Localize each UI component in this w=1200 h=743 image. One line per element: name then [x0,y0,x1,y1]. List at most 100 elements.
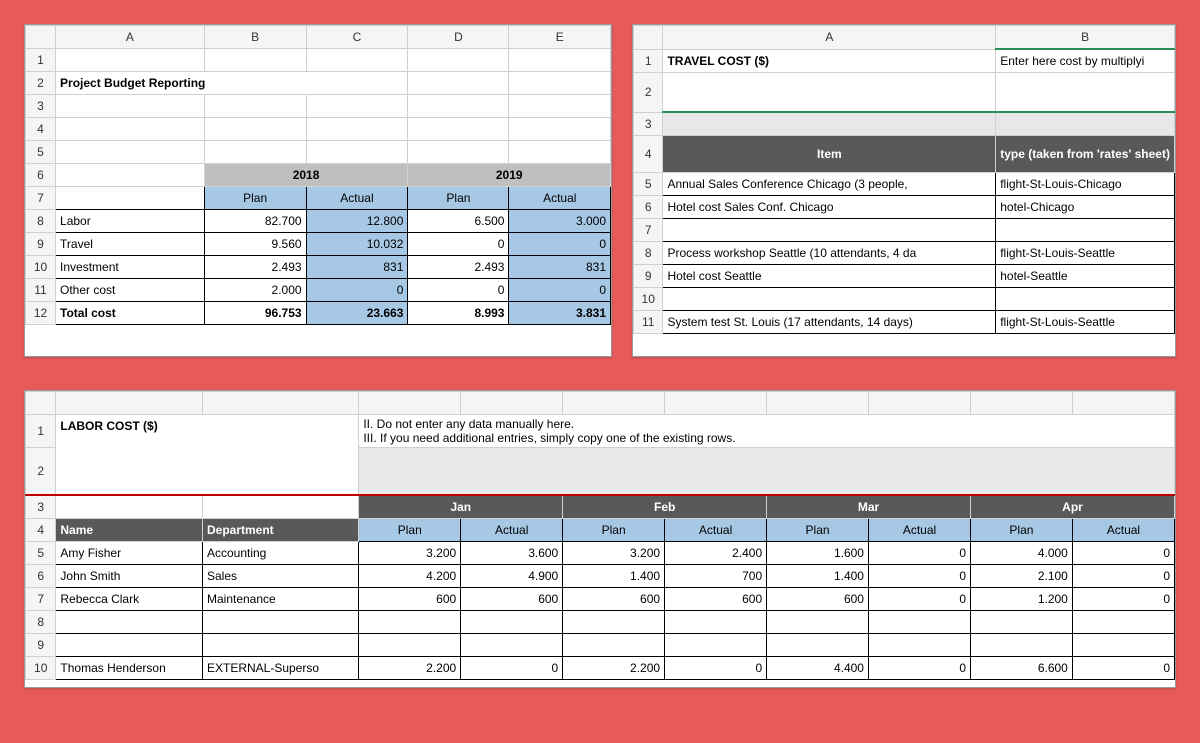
cell[interactable]: 3.200 [563,542,665,565]
col-header[interactable] [767,392,869,415]
row-header[interactable]: 4 [26,519,56,542]
cell[interactable]: 0 [461,657,563,680]
cell[interactable]: 23.663 [306,302,408,325]
cell[interactable]: 10.032 [306,233,408,256]
cell[interactable]: 0 [306,279,408,302]
cell[interactable]: Amy Fisher [56,542,203,565]
cell[interactable]: 0 [868,657,970,680]
row-header[interactable]: 3 [26,95,56,118]
col-header[interactable] [563,392,665,415]
col-header-B[interactable]: B [996,26,1175,50]
cell[interactable]: flight-St-Louis-Seattle [996,311,1175,334]
row-header[interactable]: 7 [634,219,663,242]
cell[interactable]: 2.100 [971,565,1073,588]
col-header[interactable] [971,392,1073,415]
row-header[interactable]: 11 [634,311,663,334]
row-header[interactable]: 3 [26,495,56,519]
row-header[interactable]: 5 [26,542,56,565]
col-header[interactable] [359,392,461,415]
cell[interactable]: EXTERNAL-Superso [202,657,358,680]
col-header[interactable] [868,392,970,415]
cell[interactable]: System test St. Louis (17 attendants, 14… [663,311,996,334]
cell[interactable]: 0 [1072,565,1174,588]
cell[interactable]: 0 [408,233,509,256]
cell[interactable]: 4.000 [971,542,1073,565]
row-header[interactable]: 5 [26,141,56,164]
cell[interactable]: 2.400 [665,542,767,565]
cell[interactable]: Hotel cost Seattle [663,265,996,288]
cell[interactable]: hotel-Seattle [996,265,1175,288]
row-header[interactable]: 8 [26,210,56,233]
cell[interactable]: 1.400 [767,565,869,588]
row-header[interactable]: 10 [26,256,56,279]
col-header-A[interactable]: A [663,26,996,50]
row-header[interactable]: 12 [26,302,56,325]
select-all-corner[interactable] [26,392,56,415]
cell[interactable]: 831 [306,256,408,279]
row-header[interactable]: 8 [634,242,663,265]
cell[interactable]: 6.600 [971,657,1073,680]
row-header[interactable]: 1 [634,49,663,73]
row-header[interactable]: 10 [26,657,56,680]
cell[interactable]: 1.600 [767,542,869,565]
row-header[interactable]: 10 [634,288,663,311]
row-label-total[interactable]: Total cost [56,302,205,325]
cell[interactable]: Process workshop Seattle (10 attendants,… [663,242,996,265]
row-label[interactable]: Travel [56,233,205,256]
select-all-corner[interactable] [26,26,56,49]
cell[interactable]: Maintenance [202,588,358,611]
col-header[interactable] [665,392,767,415]
cell[interactable]: 96.753 [204,302,306,325]
cell[interactable]: Thomas Henderson [56,657,203,680]
cell[interactable]: Rebecca Clark [56,588,203,611]
row-header[interactable]: 6 [26,565,56,588]
cell[interactable]: 0 [1072,657,1174,680]
cell[interactable]: 600 [461,588,563,611]
row-header[interactable]: 9 [26,634,56,657]
cell[interactable]: 0 [509,279,611,302]
cell[interactable]: 600 [665,588,767,611]
cell[interactable]: 700 [665,565,767,588]
cell[interactable]: 82.700 [204,210,306,233]
row-header[interactable]: 3 [634,112,663,136]
cell[interactable]: flight-St-Louis-Seattle [996,242,1175,265]
labor-grid[interactable]: 1 LABOR COST ($) II. Do not enter any da… [25,391,1175,680]
row-label[interactable]: Investment [56,256,205,279]
cell[interactable] [996,219,1175,242]
col-header-E[interactable]: E [509,26,611,49]
col-header-D[interactable]: D [408,26,509,49]
cell[interactable]: 4.900 [461,565,563,588]
cell[interactable]: 4.400 [767,657,869,680]
cell[interactable] [663,219,996,242]
cell[interactable]: 0 [1072,542,1174,565]
col-header-C[interactable]: C [306,26,408,49]
row-header[interactable]: 8 [26,611,56,634]
row-header[interactable]: 11 [26,279,56,302]
cell[interactable]: Accounting [202,542,358,565]
row-header[interactable]: 6 [634,196,663,219]
cell[interactable] [996,288,1175,311]
cell[interactable]: 0 [1072,588,1174,611]
budget-grid[interactable]: A B C D E 1 2 Project Budget Reporting 3… [25,25,611,325]
row-header[interactable]: 9 [26,233,56,256]
row-header[interactable]: 4 [634,136,663,173]
cell[interactable]: 3.831 [509,302,611,325]
col-header-A[interactable]: A [56,26,205,49]
cell[interactable] [663,288,996,311]
select-all-corner[interactable] [634,26,663,50]
cell[interactable]: 2.000 [204,279,306,302]
row-header[interactable]: 2 [634,73,663,113]
row-header[interactable]: 2 [26,72,56,95]
row-header[interactable]: 7 [26,588,56,611]
cell[interactable]: 0 [868,565,970,588]
cell[interactable]: flight-St-Louis-Chicago [996,173,1175,196]
travel-grid[interactable]: A B 1 TRAVEL COST ($) Enter here cost by… [633,25,1175,334]
cell[interactable]: 8.993 [408,302,509,325]
cell[interactable]: Hotel cost Sales Conf. Chicago [663,196,996,219]
col-header[interactable] [461,392,563,415]
cell[interactable]: 3.600 [461,542,563,565]
row-header[interactable]: 7 [26,187,56,210]
cell[interactable]: 3.000 [509,210,611,233]
cell[interactable]: 2.493 [204,256,306,279]
cell[interactable]: 0 [868,588,970,611]
